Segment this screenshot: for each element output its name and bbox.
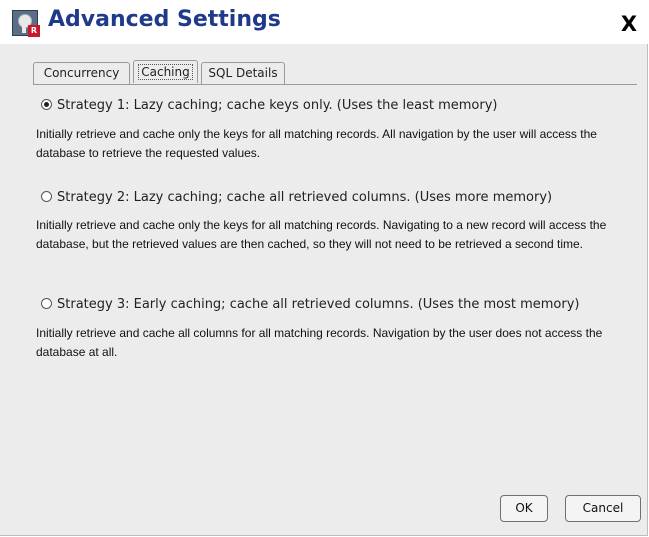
tab-concurrency[interactable]: Concurrency — [33, 62, 130, 84]
strategy-3-description: Initially retrieve and cache all columns… — [36, 326, 603, 359]
strategy-1-radio[interactable]: Strategy 1: Lazy caching; cache keys onl… — [41, 98, 498, 113]
strategy-3-radio[interactable]: Strategy 3: Early caching; cache all ret… — [41, 297, 579, 312]
tab-label: SQL Details — [208, 66, 278, 80]
radio-unselected-icon — [41, 191, 52, 202]
dialog-title: Advanced Settings — [48, 7, 281, 32]
red-badge-icon: R — [28, 25, 40, 37]
strategy-1-description: Initially retrieve and cache only the ke… — [36, 127, 597, 160]
advanced-settings-dialog: R Advanced Settings X Concurrency Cachin… — [0, 0, 648, 536]
tab-sql-details[interactable]: SQL Details — [201, 62, 285, 84]
key-security-icon: R — [12, 10, 40, 37]
key-stem-icon — [22, 24, 26, 33]
strategy-2-radio[interactable]: Strategy 2: Lazy caching; cache all retr… — [41, 190, 552, 205]
strategy-3-label: Strategy 3: Early caching; cache all ret… — [57, 297, 580, 312]
tab-caching[interactable]: Caching — [133, 60, 198, 83]
strategy-1-label: Strategy 1: Lazy caching; cache keys onl… — [57, 98, 498, 113]
cancel-button[interactable]: Cancel — [565, 495, 641, 522]
close-button[interactable]: X — [618, 13, 640, 35]
strategy-2-label: Strategy 2: Lazy caching; cache all retr… — [57, 190, 553, 205]
title-bar[interactable]: R Advanced Settings X — [0, 0, 648, 44]
strategy-2-description: Initially retrieve and cache only the ke… — [36, 218, 607, 251]
tab-label: Caching — [138, 64, 193, 80]
radio-unselected-icon — [41, 298, 52, 309]
radio-selected-icon — [41, 99, 52, 110]
tab-label: Concurrency — [43, 66, 120, 80]
ok-button[interactable]: OK — [500, 495, 548, 522]
